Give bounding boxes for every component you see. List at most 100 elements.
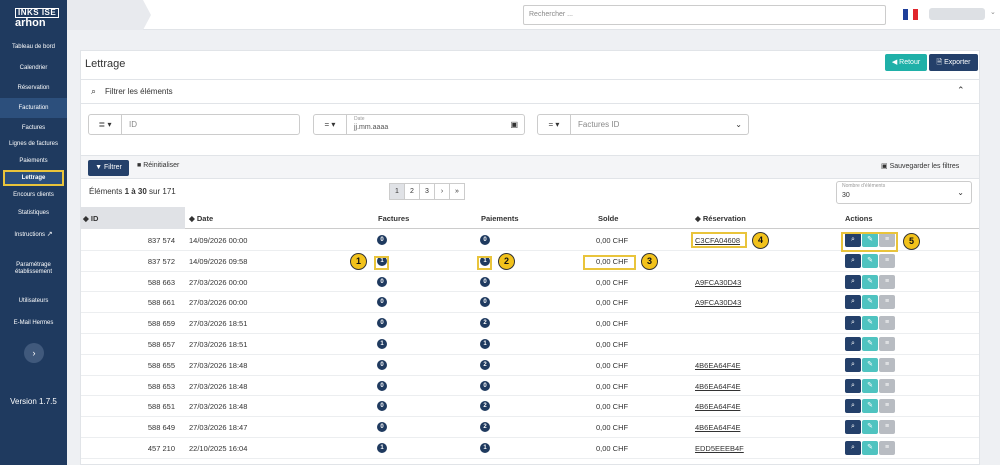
factures-count-badge[interactable]: 0 (377, 359, 387, 370)
delete-button[interactable]: ≡ (879, 441, 895, 455)
factures-count-badge[interactable]: 0 (377, 401, 387, 412)
page-1-button[interactable]: 1 (389, 183, 405, 200)
sidebar-item-lettrage[interactable]: Lettrage (3, 170, 64, 186)
next-page-button[interactable]: › (434, 183, 450, 200)
view-button[interactable]: ⌕ (845, 316, 861, 331)
view-button[interactable]: ⌕ (845, 295, 861, 310)
sidebar-item-email-hermes[interactable]: E-Mail Hermes (0, 320, 67, 327)
paiements-count-badge[interactable]: 1 (480, 443, 490, 453)
factures-count-badge[interactable]: 0 (377, 380, 387, 391)
delete-button[interactable]: ≡ (879, 420, 895, 435)
delete-button[interactable]: ≡ (879, 378, 895, 393)
delete-button[interactable]: ≡ (879, 316, 895, 331)
table-row[interactable]: 588 653 27/03/2026 18:48 0 0 0,00 CHF 4B6EA64… (81, 376, 979, 397)
paiements-count-badge[interactable]: 2 (480, 422, 490, 433)
edit-button[interactable]: ✎ (862, 337, 878, 351)
factures-count-badge[interactable]: 0 (377, 297, 387, 308)
sidebar-item-reservation[interactable]: Réservation (0, 85, 67, 92)
reservation-link[interactable]: 4B6EA64F4E (695, 402, 740, 411)
sidebar-item-parametrage[interactable]: Paramétrage établissement (0, 262, 67, 276)
chevron-down-icon[interactable]: ⌄ (735, 120, 742, 129)
sidebar-item-utilisateurs[interactable]: Utilisateurs (0, 298, 67, 305)
sidebar-item-encours-clients[interactable]: Encours clients (0, 192, 67, 199)
edit-button[interactable]: ✎ (862, 441, 878, 455)
id-operator-select[interactable]: ≣ ▾ (89, 115, 122, 134)
paiements-count-badge[interactable]: 2 (480, 401, 490, 412)
reservation-link[interactable]: A9FCA30D43 (695, 278, 741, 287)
filtrer-button[interactable]: ▼ Filtrer (88, 160, 129, 176)
table-row[interactable]: 588 663 27/03/2026 00:00 0 0 0,00 CHF A9FCA30… (81, 272, 979, 293)
global-search-input[interactable]: Rechercher ... (523, 5, 886, 25)
view-button[interactable]: ⌕ (845, 399, 861, 414)
reservation-link[interactable]: A9FCA30D43 (695, 298, 741, 307)
edit-button[interactable]: ✎ (862, 295, 878, 310)
factures-count-badge[interactable]: 0 (377, 235, 387, 245)
reservation-link[interactable]: 4B6EA64F4E (695, 361, 740, 370)
paiements-count-badge[interactable]: 1 (480, 339, 490, 349)
date-operator-select[interactable]: = ▾ (314, 115, 347, 134)
table-row[interactable]: 588 655 27/03/2026 18:48 0 2 0,00 CHF 4B6EA64… (81, 355, 979, 376)
sidebar-item-statistiques[interactable]: Statistiques (0, 210, 67, 217)
page-3-button[interactable]: 3 (419, 183, 435, 200)
edit-button[interactable]: ✎ (862, 316, 878, 331)
view-button[interactable]: ⌕ (845, 337, 861, 351)
last-page-button[interactable]: » (449, 183, 465, 200)
table-row[interactable]: 588 661 27/03/2026 00:00 0 0 0,00 CHF A9FCA30… (81, 292, 979, 314)
sidebar-collapse-button[interactable]: › (24, 343, 44, 363)
sidebar-item-facturation[interactable]: Facturation (0, 98, 67, 118)
delete-button[interactable]: ≡ (879, 337, 895, 351)
sauvegarder-filtres-button[interactable]: ▣ Sauvegarder les filtres (881, 162, 959, 170)
table-row[interactable]: 837 572 14/09/2026 09:58 1 1 0,00 CHF ⌕ ✎ ≡ (81, 251, 979, 272)
page-2-button[interactable]: 2 (404, 183, 420, 200)
per-page-select[interactable]: Nombre d'éléments 30 ⌄ (836, 181, 972, 204)
id-filter-input[interactable]: ID (129, 120, 137, 129)
sidebar-item-calendrier[interactable]: Calendrier (0, 65, 67, 72)
view-button[interactable]: ⌕ (845, 274, 861, 289)
calendar-icon[interactable]: ▣ (510, 120, 518, 129)
delete-button[interactable]: ≡ (879, 274, 895, 289)
sidebar-item-lignes-de-factures[interactable]: Lignes de factures (0, 141, 67, 148)
user-menu[interactable] (929, 8, 985, 20)
edit-button[interactable]: ✎ (862, 274, 878, 289)
table-row[interactable]: 588 657 27/03/2026 18:51 1 1 0,00 CHF ⌕ ✎ ≡ (81, 334, 979, 355)
delete-button[interactable]: ≡ (879, 253, 895, 268)
view-button[interactable]: ⌕ (845, 378, 861, 393)
th-date[interactable]: ◆ Date (189, 214, 213, 223)
delete-button[interactable]: ≡ (879, 399, 895, 414)
th-reservation[interactable]: ◆ Réservation (695, 214, 746, 223)
reinitialiser-button[interactable]: ■ Réinitialiser (137, 162, 179, 169)
paiements-count-badge[interactable]: 0 (480, 380, 490, 391)
factures-count-badge[interactable]: 1 (377, 339, 387, 349)
view-button[interactable]: ⌕ (845, 253, 861, 268)
chevron-down-icon[interactable]: ⌄ (990, 8, 996, 16)
filter-panel-header[interactable]: ⌕ Filtrer les éléments ⌃ (81, 80, 979, 104)
paiements-count-badge[interactable]: 2 (480, 318, 490, 329)
view-button[interactable]: ⌕ (845, 420, 861, 435)
reservation-link[interactable]: 4B6EA64F4E (695, 423, 740, 432)
delete-button[interactable]: ≡ (879, 357, 895, 372)
factures-filter-select[interactable]: Factures ID (578, 120, 619, 129)
chevron-up-icon[interactable]: ⌃ (957, 85, 965, 96)
sidebar-item-instructions[interactable]: Instructions ↗ (0, 231, 67, 239)
paiements-count-badge[interactable]: 2 (480, 359, 490, 370)
edit-button[interactable]: ✎ (862, 357, 878, 372)
paiements-count-badge[interactable]: 0 (480, 235, 490, 245)
exporter-button[interactable]: 🗎 Exporter (929, 54, 978, 71)
factures-count-badge[interactable]: 0 (377, 276, 387, 287)
reservation-link[interactable]: EDD5EEEB4F (695, 444, 744, 453)
sidebar-item-factures[interactable]: Factures (0, 125, 67, 132)
language-flag-icon[interactable] (903, 9, 918, 20)
delete-button[interactable]: ≡ (879, 295, 895, 310)
table-row[interactable]: 457 210 22/10/2025 16:04 1 1 0,00 CHF EDD5EEE… (81, 438, 979, 459)
view-button[interactable]: ⌕ (845, 357, 861, 372)
sidebar-item-paiements[interactable]: Paiements (0, 158, 67, 165)
date-filter-input[interactable]: jj.mm.aaaa (354, 124, 388, 131)
paiements-count-badge[interactable]: 0 (480, 297, 490, 308)
paiements-count-badge[interactable]: 0 (480, 276, 490, 287)
factures-operator-select[interactable]: = ▾ (538, 115, 571, 134)
table-row[interactable]: 588 659 27/03/2026 18:51 0 2 0,00 CHF ⌕ ✎ ≡ (81, 313, 979, 334)
th-id[interactable]: ◆ ID (83, 214, 98, 223)
sidebar-item-tableau-de-bord[interactable]: Tableau de bord (0, 44, 67, 51)
factures-count-badge[interactable]: 1 (377, 443, 387, 453)
table-row[interactable]: 588 649 27/03/2026 18:47 0 2 0,00 CHF 4B6EA64… (81, 417, 979, 438)
